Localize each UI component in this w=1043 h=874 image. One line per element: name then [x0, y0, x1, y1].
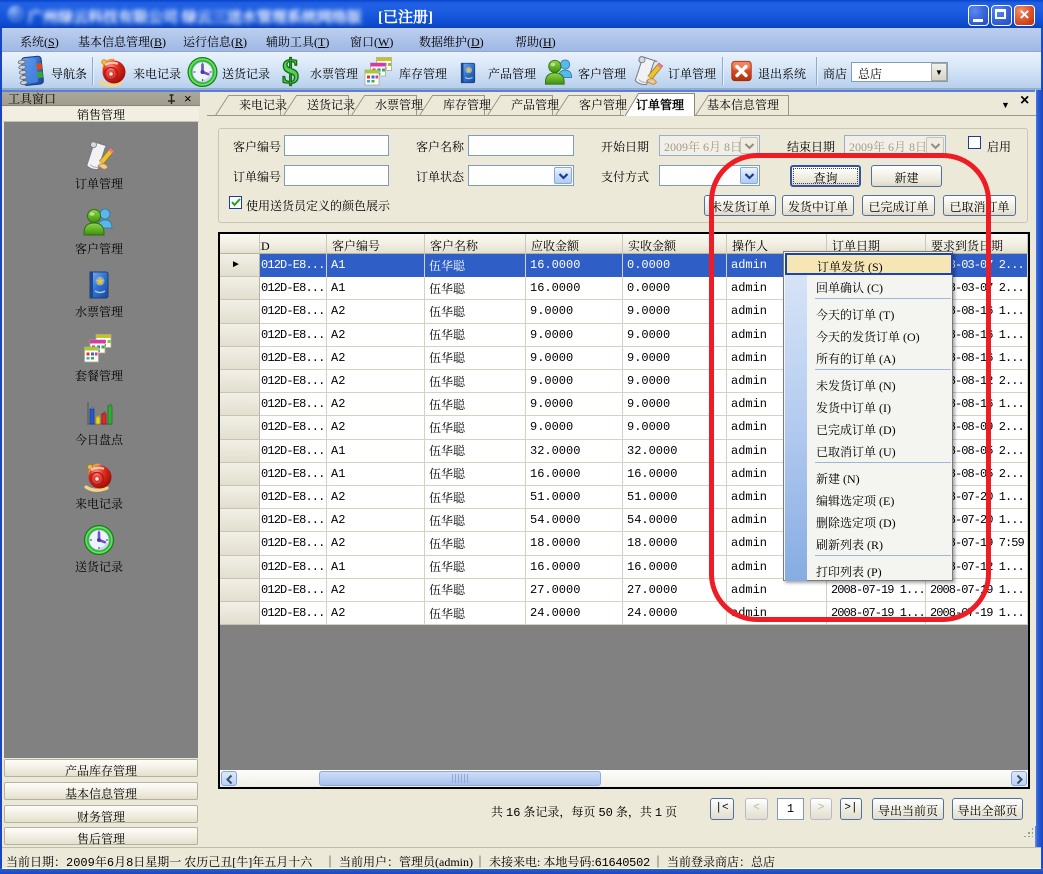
svg-text:送货记录: 送货记录 [307, 96, 355, 113]
svg-text:订单管理: 订单管理 [636, 96, 685, 113]
svg-text:来电记录: 来电记录 [239, 96, 287, 113]
svg-text:客户管理: 客户管理 [579, 96, 627, 113]
svg-text:水票管理: 水票管理 [375, 96, 423, 113]
svg-text:库存管理: 库存管理 [443, 96, 491, 113]
svg-text:产品管理: 产品管理 [511, 96, 559, 113]
svg-text:基本信息管理: 基本信息管理 [707, 96, 779, 113]
svg-text:$: $ [282, 54, 299, 90]
